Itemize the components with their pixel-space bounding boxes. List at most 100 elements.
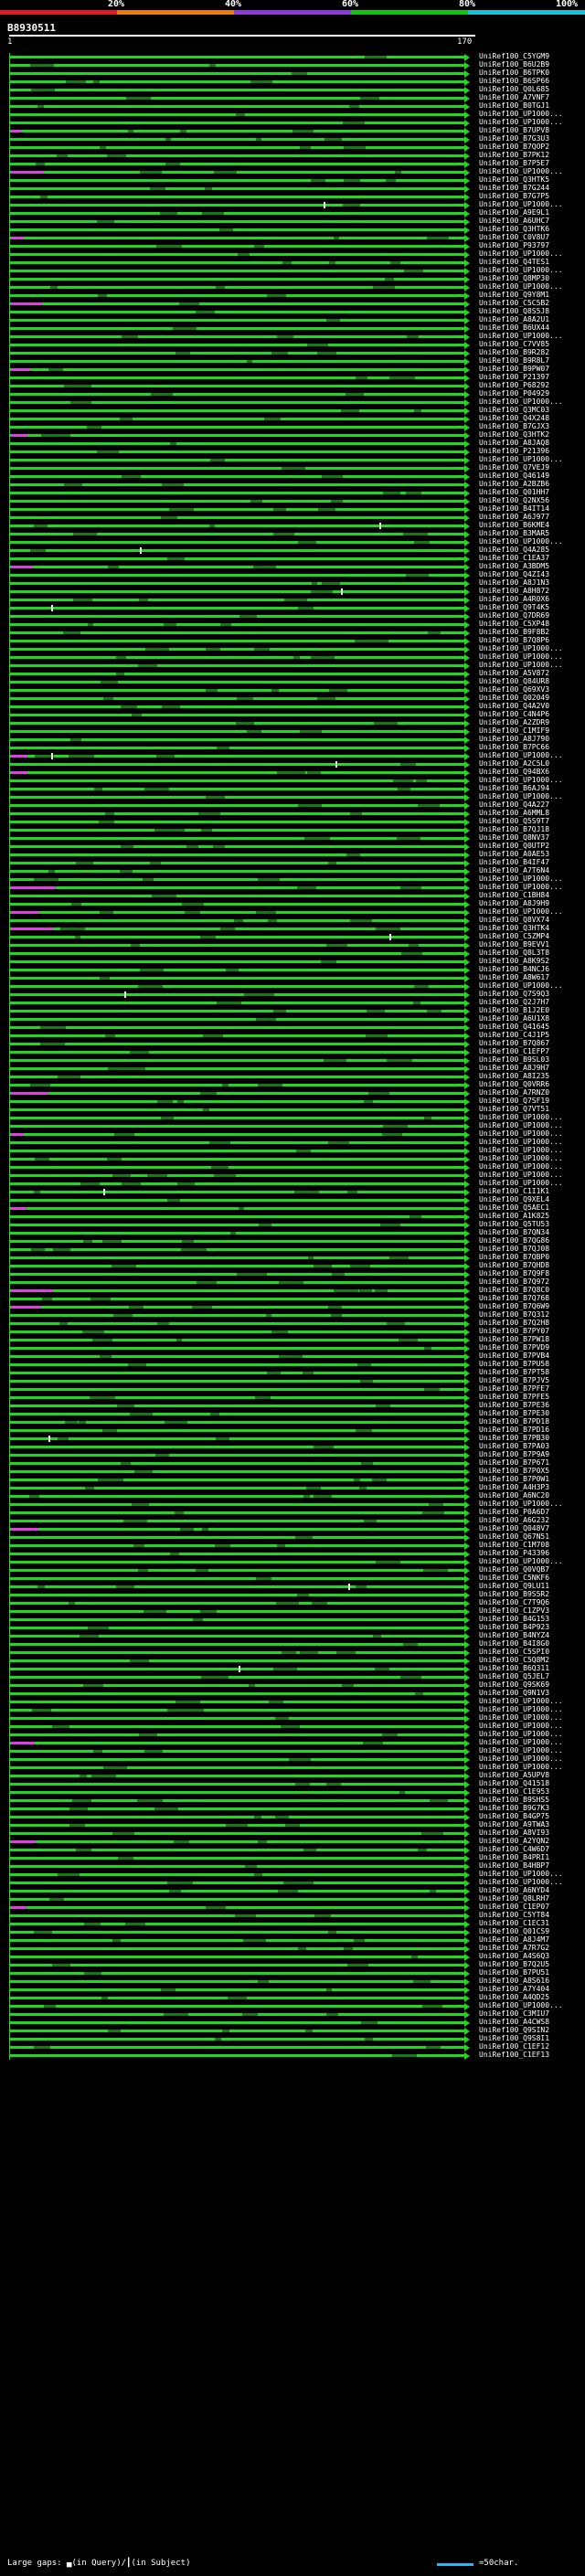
arrow-right-icon — [464, 1797, 470, 1805]
mismatch-block — [280, 1725, 301, 1728]
alignment-line — [9, 878, 464, 881]
mismatch-block — [234, 919, 243, 922]
mismatch-block — [343, 146, 367, 149]
length-scale-label: =50char. — [479, 2559, 519, 2568]
mismatch-block — [342, 204, 360, 207]
mismatch-block — [268, 919, 277, 922]
arrow-right-icon — [464, 860, 470, 867]
alignment-line — [9, 1610, 464, 1613]
arrow-right-icon — [464, 1181, 470, 1188]
arrow-right-icon — [464, 465, 470, 472]
arrow-right-icon — [464, 218, 470, 226]
arrow-right-icon — [464, 1279, 470, 1287]
alignment-line — [9, 1931, 464, 1934]
arrow-right-icon — [464, 1501, 470, 1509]
alignment-line — [9, 952, 464, 955]
mismatch-block — [93, 788, 103, 790]
mismatch-block — [258, 878, 280, 881]
mismatch-block — [324, 138, 343, 141]
alignment-line — [9, 788, 464, 790]
arrow-right-icon — [464, 292, 470, 300]
query-gap-mark — [11, 237, 24, 239]
arrow-right-icon — [464, 1477, 470, 1484]
arrow-right-icon — [464, 1929, 470, 1936]
alignment-line — [9, 1429, 464, 1432]
mismatch-block — [102, 1766, 127, 1769]
mismatch-block — [349, 1265, 371, 1267]
arrow-right-icon — [464, 1057, 470, 1065]
mismatch-block — [364, 56, 388, 58]
arrow-right-icon — [464, 588, 470, 596]
arrow-right-icon — [464, 375, 470, 382]
arrow-right-icon — [464, 1107, 470, 1114]
alignment-line — [9, 763, 464, 766]
arrow-right-icon — [464, 1337, 470, 1344]
query-gap-mark — [11, 434, 28, 437]
arrow-right-icon — [464, 1370, 470, 1377]
mismatch-block — [348, 105, 360, 108]
mismatch-block — [372, 1635, 382, 1638]
arrow-right-icon — [464, 1074, 470, 1081]
mismatch-block — [122, 335, 138, 338]
mismatch-block — [257, 1840, 267, 1843]
arrow-right-icon — [464, 1740, 470, 1747]
mismatch-block — [249, 1684, 255, 1687]
mismatch-block — [169, 1890, 182, 1892]
alignment-line — [9, 1520, 464, 1522]
arrow-right-icon — [464, 194, 470, 201]
subject-gap-mark — [238, 1666, 240, 1672]
arrow-right-icon — [464, 317, 470, 324]
mismatch-block — [91, 1775, 116, 1777]
alignment-line — [9, 1158, 464, 1161]
mismatch-block — [333, 237, 340, 239]
mismatch-block — [78, 1421, 86, 1424]
mismatch-block — [64, 483, 82, 486]
mismatch-block — [105, 812, 114, 815]
alignment-line — [9, 1577, 464, 1580]
mismatch-block — [347, 1191, 358, 1193]
arrow-right-icon — [464, 1715, 470, 1723]
arrow-right-icon — [464, 1534, 470, 1542]
mismatch-block — [235, 113, 245, 116]
arrow-right-icon — [464, 514, 470, 522]
alignment-line — [9, 1446, 464, 1448]
query-gap-mark — [11, 1906, 27, 1909]
arrow-right-icon — [464, 1707, 470, 1714]
mismatch-block — [376, 928, 401, 930]
mismatch-block — [126, 97, 152, 100]
mismatch-block — [383, 492, 401, 494]
alignment-line — [9, 1865, 464, 1868]
hit-label-link[interactable]: UniRef100_C1EF13 — [479, 2051, 583, 2060]
mismatch-block — [271, 1330, 288, 1333]
alignment-line — [9, 1988, 464, 1991]
arrow-right-icon — [464, 1896, 470, 1903]
arrow-right-icon — [464, 1592, 470, 1599]
mismatch-block — [32, 1709, 51, 1712]
mismatch-block — [29, 1084, 51, 1087]
mismatch-block — [247, 360, 253, 363]
alignment-line — [9, 566, 464, 568]
arrow-right-icon — [464, 227, 470, 234]
mismatch-block — [269, 1701, 284, 1703]
mismatch-block — [285, 1824, 300, 1827]
arrow-right-icon — [464, 1296, 470, 1303]
arrow-right-icon — [464, 1863, 470, 1871]
mismatch-block — [43, 2005, 57, 2008]
alignment-line — [9, 1462, 464, 1465]
alignment-line — [9, 1413, 464, 1415]
mismatch-block — [209, 1141, 230, 1144]
mismatch-block — [359, 1487, 367, 1489]
mismatch-block — [253, 566, 276, 568]
alignment-line — [9, 1684, 464, 1687]
mismatch-block — [198, 812, 220, 815]
alignment-line — [9, 335, 464, 338]
mismatch-block — [100, 146, 107, 149]
query-gap-mark — [11, 368, 30, 371]
alignment-line — [9, 985, 464, 988]
mismatch-block — [133, 1544, 145, 1547]
mismatch-block — [272, 508, 286, 511]
arrow-right-icon — [464, 917, 470, 925]
arrow-right-icon — [464, 852, 470, 859]
mismatch-block — [196, 1569, 208, 1572]
alignment-line — [9, 673, 464, 675]
